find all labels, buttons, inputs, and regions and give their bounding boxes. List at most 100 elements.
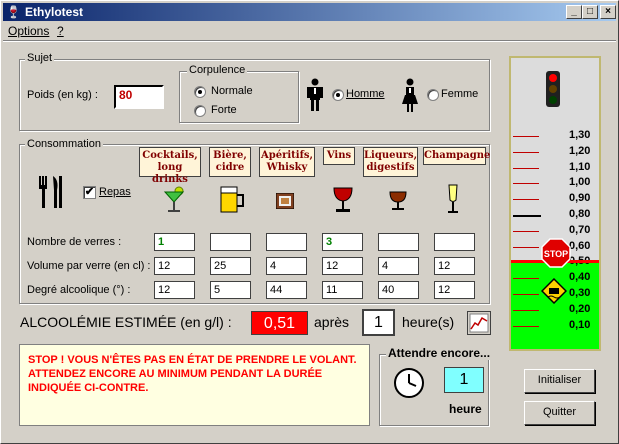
row-label-degre: Degré alcoolique (°) : <box>27 284 131 296</box>
gauge-label: 0,10 <box>569 318 591 331</box>
normale-radio[interactable] <box>194 86 206 98</box>
row-label-volume: Volume par verre (en cl) : <box>27 260 151 272</box>
menu-separator <box>3 40 616 42</box>
clock-icon <box>394 368 424 398</box>
man-icon <box>307 78 323 111</box>
gauge-label: 1,30 <box>569 129 591 141</box>
forte-label: Forte <box>211 104 237 116</box>
degre-vins-input[interactable]: 11 <box>322 281 363 299</box>
slippery-road-sign-icon <box>541 278 567 304</box>
traffic-light-icon <box>546 71 560 107</box>
gauge-label: 1,00 <box>569 176 591 189</box>
initialiser-button[interactable]: Initialiser <box>524 369 595 393</box>
drink-header-aperitifs: Apéritifs, Whisky <box>259 147 315 177</box>
message-panel: STOP ! VOUS N'ÊTES PAS EN ÉTAT DE PRENDR… <box>19 344 370 426</box>
drink-header-cocktails: Cocktails, long drinks <box>139 147 201 185</box>
woman-icon <box>402 78 418 112</box>
warning-message: STOP ! VOUS N'ÊTES PAS EN ÉTAT DE PRENDR… <box>28 354 357 394</box>
alcoolemie-value: 0,51 <box>251 311 308 335</box>
close-button[interactable]: × <box>600 5 616 19</box>
gauge-tick <box>513 278 539 280</box>
drink-header-vins: Vins <box>323 147 355 165</box>
alcohol-gauge: 1,301,201,101,000,900,800,700,600,500,40… <box>509 56 601 351</box>
forte-radio[interactable] <box>194 105 206 117</box>
femme-label: Femme <box>441 88 479 100</box>
gauge-label: 0,20 <box>569 302 591 315</box>
verres-biere-input[interactable] <box>210 233 251 251</box>
verres-champagne-input[interactable] <box>434 233 475 251</box>
attendre-unit: heure <box>449 402 482 416</box>
gauge-label: 0,30 <box>569 287 591 299</box>
repas-checkbox[interactable]: ✔ <box>83 186 96 199</box>
poids-input[interactable]: 80 <box>114 85 164 109</box>
stop-sign-icon: STOP <box>541 238 571 268</box>
gauge-label: 1,20 <box>569 144 591 157</box>
graph-button-icon[interactable] <box>467 311 491 335</box>
beer-mug-icon <box>220 186 244 213</box>
attendre-label: Attendre encore... <box>386 346 493 360</box>
gauge-tick <box>513 246 539 248</box>
drink-header-liqueurs: Liqueurs, digestifs <box>363 147 418 177</box>
wine-glass-icon <box>333 187 353 212</box>
verres-vins-input[interactable]: 3 <box>322 233 363 251</box>
gauge-tick <box>513 325 539 327</box>
window-title: Ethylotest <box>25 5 84 19</box>
volume-liqueurs-input[interactable]: 4 <box>378 257 419 275</box>
gauge-label: 0,90 <box>569 192 591 205</box>
volume-cocktails-input[interactable]: 12 <box>154 257 195 275</box>
quitter-button[interactable]: Quitter <box>524 401 595 425</box>
normale-label: Normale <box>211 85 253 97</box>
alcoolemie-label: ALCOOLÉMIE ESTIMÉE (en g/l) : <box>20 314 232 330</box>
gauge-tick <box>513 199 539 201</box>
degre-biere-input[interactable]: 5 <box>210 281 251 299</box>
gauge-tick <box>513 183 539 185</box>
minimize-button[interactable]: _ <box>566 5 582 19</box>
row-label-verres: Nombre de verres : <box>27 236 122 248</box>
poids-label: Poids (en kg) : <box>27 89 98 101</box>
attendre-value: 1 <box>444 367 484 393</box>
gauge-label: 0,70 <box>569 223 591 236</box>
gauge-label: 0,60 <box>569 239 591 252</box>
menu-help[interactable]: ? <box>57 24 64 38</box>
verres-cocktails-input[interactable]: 1 <box>154 233 195 251</box>
liqueur-glass-icon <box>389 191 407 210</box>
gauge-tick <box>513 167 539 169</box>
menu-bar: Options ? <box>3 22 616 40</box>
drink-header-champagne: Champagne <box>423 147 490 165</box>
champagne-flute-icon <box>448 184 458 213</box>
fork-knife-icon <box>39 176 62 208</box>
heures-label: heure(s) <box>402 314 455 330</box>
gauge-tick <box>513 215 541 217</box>
degre-liqueurs-input[interactable]: 40 <box>378 281 419 299</box>
title-bar: 🍷 Ethylotest _ □ × <box>3 3 616 21</box>
consommation-label: Consommation <box>25 138 103 150</box>
sujet-label: Sujet <box>25 52 55 64</box>
app-icon: 🍷 <box>6 5 21 19</box>
verres-aperitifs-input[interactable] <box>266 233 307 251</box>
volume-vins-input[interactable]: 12 <box>322 257 363 275</box>
gauge-tick <box>513 230 539 232</box>
homme-radio[interactable] <box>332 89 344 101</box>
homme-label: Homme <box>346 88 385 100</box>
consommation-group <box>19 144 490 304</box>
gauge-label: 0,40 <box>569 271 591 284</box>
hours-input[interactable]: 1 <box>362 309 395 336</box>
gauge-label: 0,80 <box>569 208 591 220</box>
volume-biere-input[interactable]: 25 <box>210 257 251 275</box>
gauge-tick <box>513 309 539 311</box>
aperitif-icon <box>276 193 294 209</box>
apres-label: après <box>314 314 350 330</box>
app-window: 🍷 Ethylotest _ □ × Options ? Sujet Poids… <box>0 0 619 444</box>
degre-champagne-input[interactable]: 12 <box>434 281 475 299</box>
gauge-tick <box>513 294 539 295</box>
degre-aperitifs-input[interactable]: 44 <box>266 281 307 299</box>
gauge-tick <box>513 136 539 137</box>
volume-champagne-input[interactable]: 12 <box>434 257 475 275</box>
verres-liqueurs-input[interactable] <box>378 233 419 251</box>
degre-cocktails-input[interactable]: 12 <box>154 281 195 299</box>
femme-radio[interactable] <box>427 89 439 101</box>
volume-aperitifs-input[interactable]: 4 <box>266 257 307 275</box>
maximize-button[interactable]: □ <box>582 5 598 19</box>
gauge-label: 1,10 <box>569 160 591 173</box>
menu-options[interactable]: Options <box>8 24 49 38</box>
